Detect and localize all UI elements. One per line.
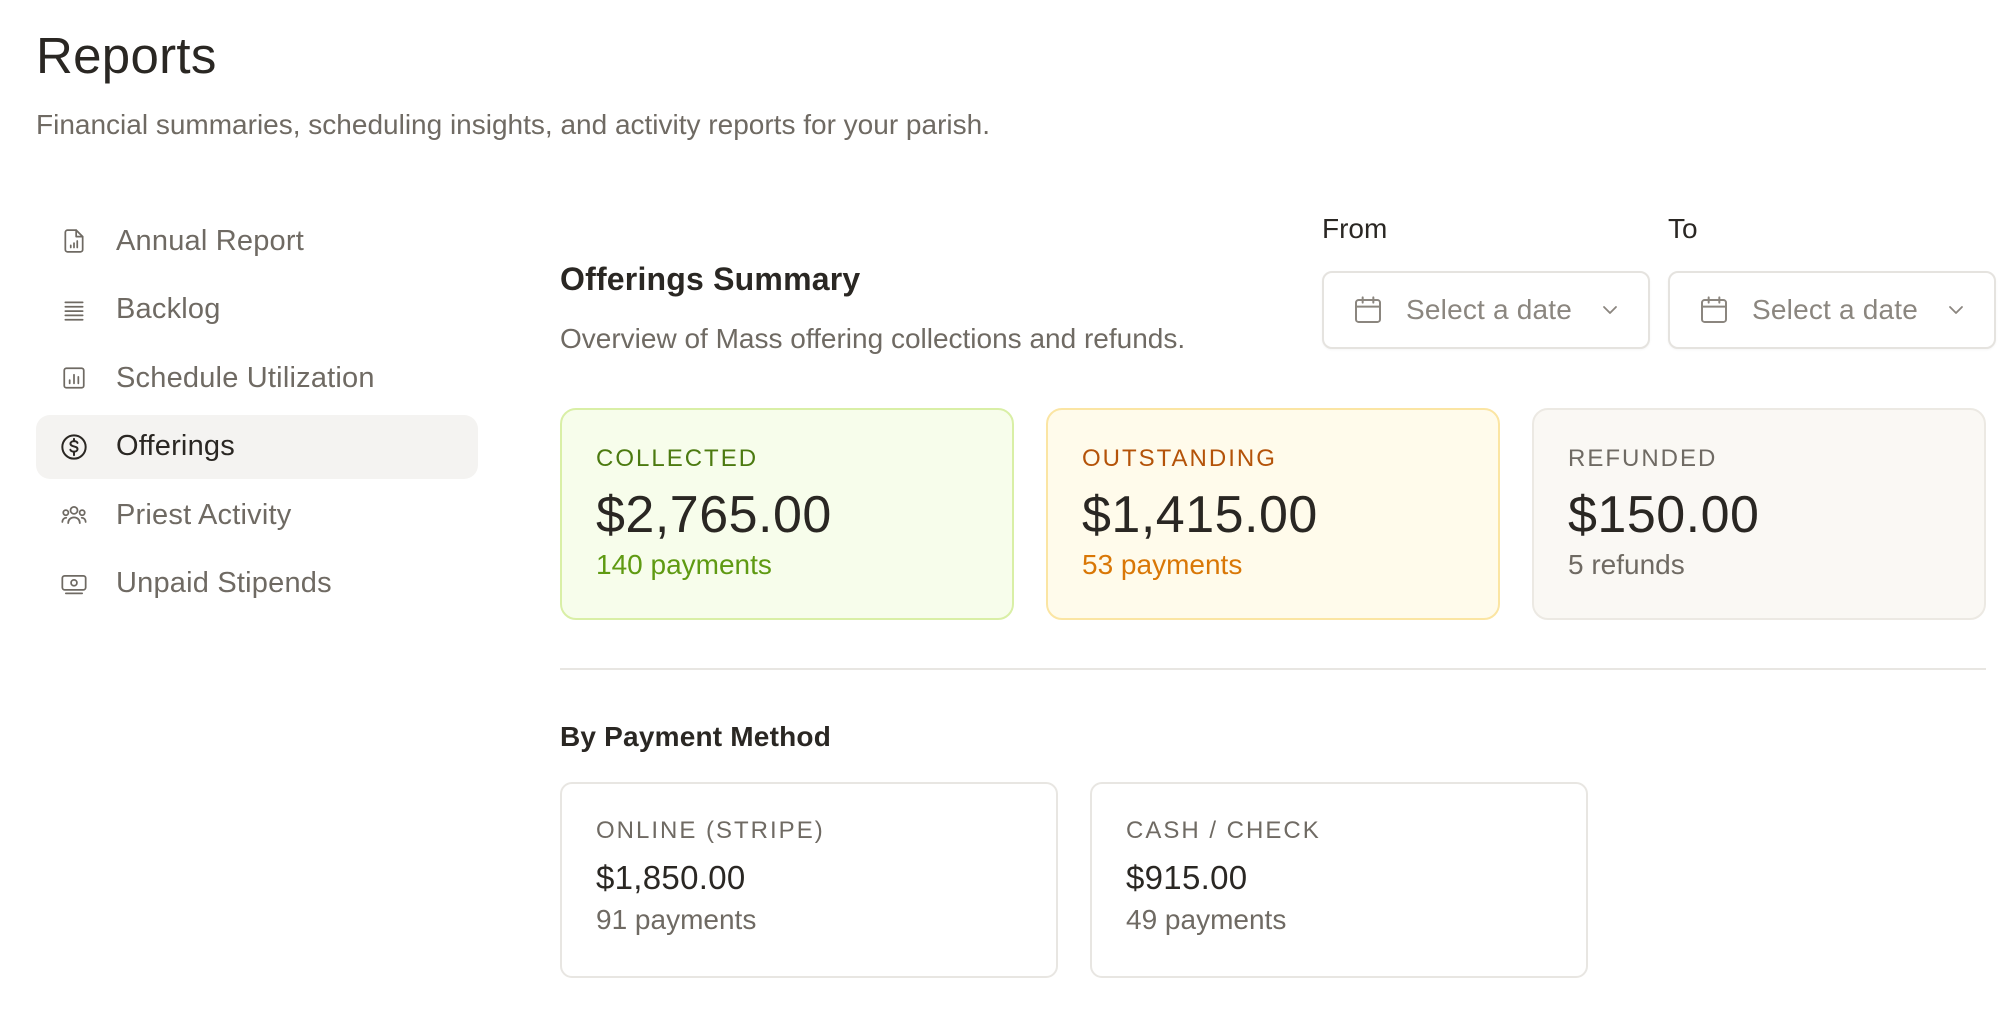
method-label: CASH / CHECK	[1126, 817, 1321, 844]
to-date-filter: To Select a date	[1668, 210, 1996, 349]
page-subtitle: Financial summaries, scheduling insights…	[36, 109, 990, 140]
payment-method-title: By Payment Method	[560, 721, 831, 752]
method-value: $915.00	[1126, 859, 1248, 896]
from-date-filter: From Select a date	[1322, 210, 1650, 349]
stat-value: $2,765.00	[596, 486, 832, 544]
calendar-icon	[1352, 294, 1384, 326]
sidebar-item-schedule-utilization[interactable]: Schedule Utilization	[36, 346, 478, 410]
stat-label: OUTSTANDING	[1082, 445, 1277, 472]
section-title: Offerings Summary	[560, 261, 861, 297]
file-chart-icon	[60, 227, 88, 255]
dollar-circle-icon	[60, 433, 88, 461]
sidebar-item-priest-activity[interactable]: Priest Activity	[36, 483, 478, 547]
sidebar-item-label: Offerings	[116, 430, 235, 462]
online-stripe-card: ONLINE (STRIPE) $1,850.00 91 payments	[560, 782, 1058, 978]
sidebar-item-label: Backlog	[116, 293, 221, 325]
stat-count: 53 payments	[1082, 549, 1243, 580]
method-count: 91 payments	[596, 904, 757, 935]
sidebar-item-label: Schedule Utilization	[116, 361, 375, 394]
method-value: $1,850.00	[596, 859, 746, 896]
page-title: Reports	[36, 27, 217, 84]
method-label: ONLINE (STRIPE)	[596, 817, 825, 844]
to-date-placeholder: Select a date	[1752, 294, 1919, 325]
users-icon	[60, 501, 88, 529]
from-date-label: From	[1322, 213, 1388, 244]
from-date-placeholder: Select a date	[1406, 294, 1573, 325]
stat-value: $150.00	[1568, 486, 1760, 544]
outstanding-stat-card: OUTSTANDING $1,415.00 53 payments	[1046, 408, 1500, 620]
stat-label: COLLECTED	[596, 445, 759, 472]
sidebar-item-backlog[interactable]: Backlog	[36, 278, 478, 342]
sidebar-item-offerings[interactable]: Offerings	[36, 414, 478, 479]
reports-sidebar: Annual Report Backlog Schedule Utilizati…	[36, 209, 478, 620]
from-date-picker[interactable]: Select a date	[1322, 271, 1650, 349]
section-description: Overview of Mass offering collections an…	[560, 323, 1186, 354]
to-date-picker[interactable]: Select a date	[1668, 271, 1996, 349]
cash-check-card: CASH / CHECK $915.00 49 payments	[1090, 782, 1588, 978]
stat-label: REFUNDED	[1568, 445, 1718, 472]
list-icon	[60, 296, 88, 324]
sidebar-item-label: Priest Activity	[116, 498, 292, 531]
stat-count: 5 refunds	[1568, 549, 1685, 580]
banknote-icon	[60, 570, 88, 598]
chevron-down-icon	[1944, 298, 1968, 322]
chevron-down-icon	[1598, 298, 1622, 322]
stat-count: 140 payments	[596, 549, 772, 580]
section-divider	[560, 668, 1986, 670]
method-count: 49 payments	[1126, 904, 1287, 935]
refunded-stat-card: REFUNDED $150.00 5 refunds	[1532, 408, 1986, 620]
stat-value: $1,415.00	[1082, 486, 1318, 544]
to-date-label: To	[1668, 213, 1698, 244]
sidebar-item-unpaid-stipends[interactable]: Unpaid Stipends	[36, 552, 478, 616]
bar-chart-icon	[60, 364, 88, 392]
calendar-icon	[1698, 294, 1730, 326]
sidebar-item-label: Annual Report	[116, 224, 304, 257]
collected-stat-card: COLLECTED $2,765.00 140 payments	[560, 408, 1014, 620]
sidebar-item-annual-report[interactable]: Annual Report	[36, 209, 478, 273]
sidebar-item-label: Unpaid Stipends	[116, 567, 332, 599]
